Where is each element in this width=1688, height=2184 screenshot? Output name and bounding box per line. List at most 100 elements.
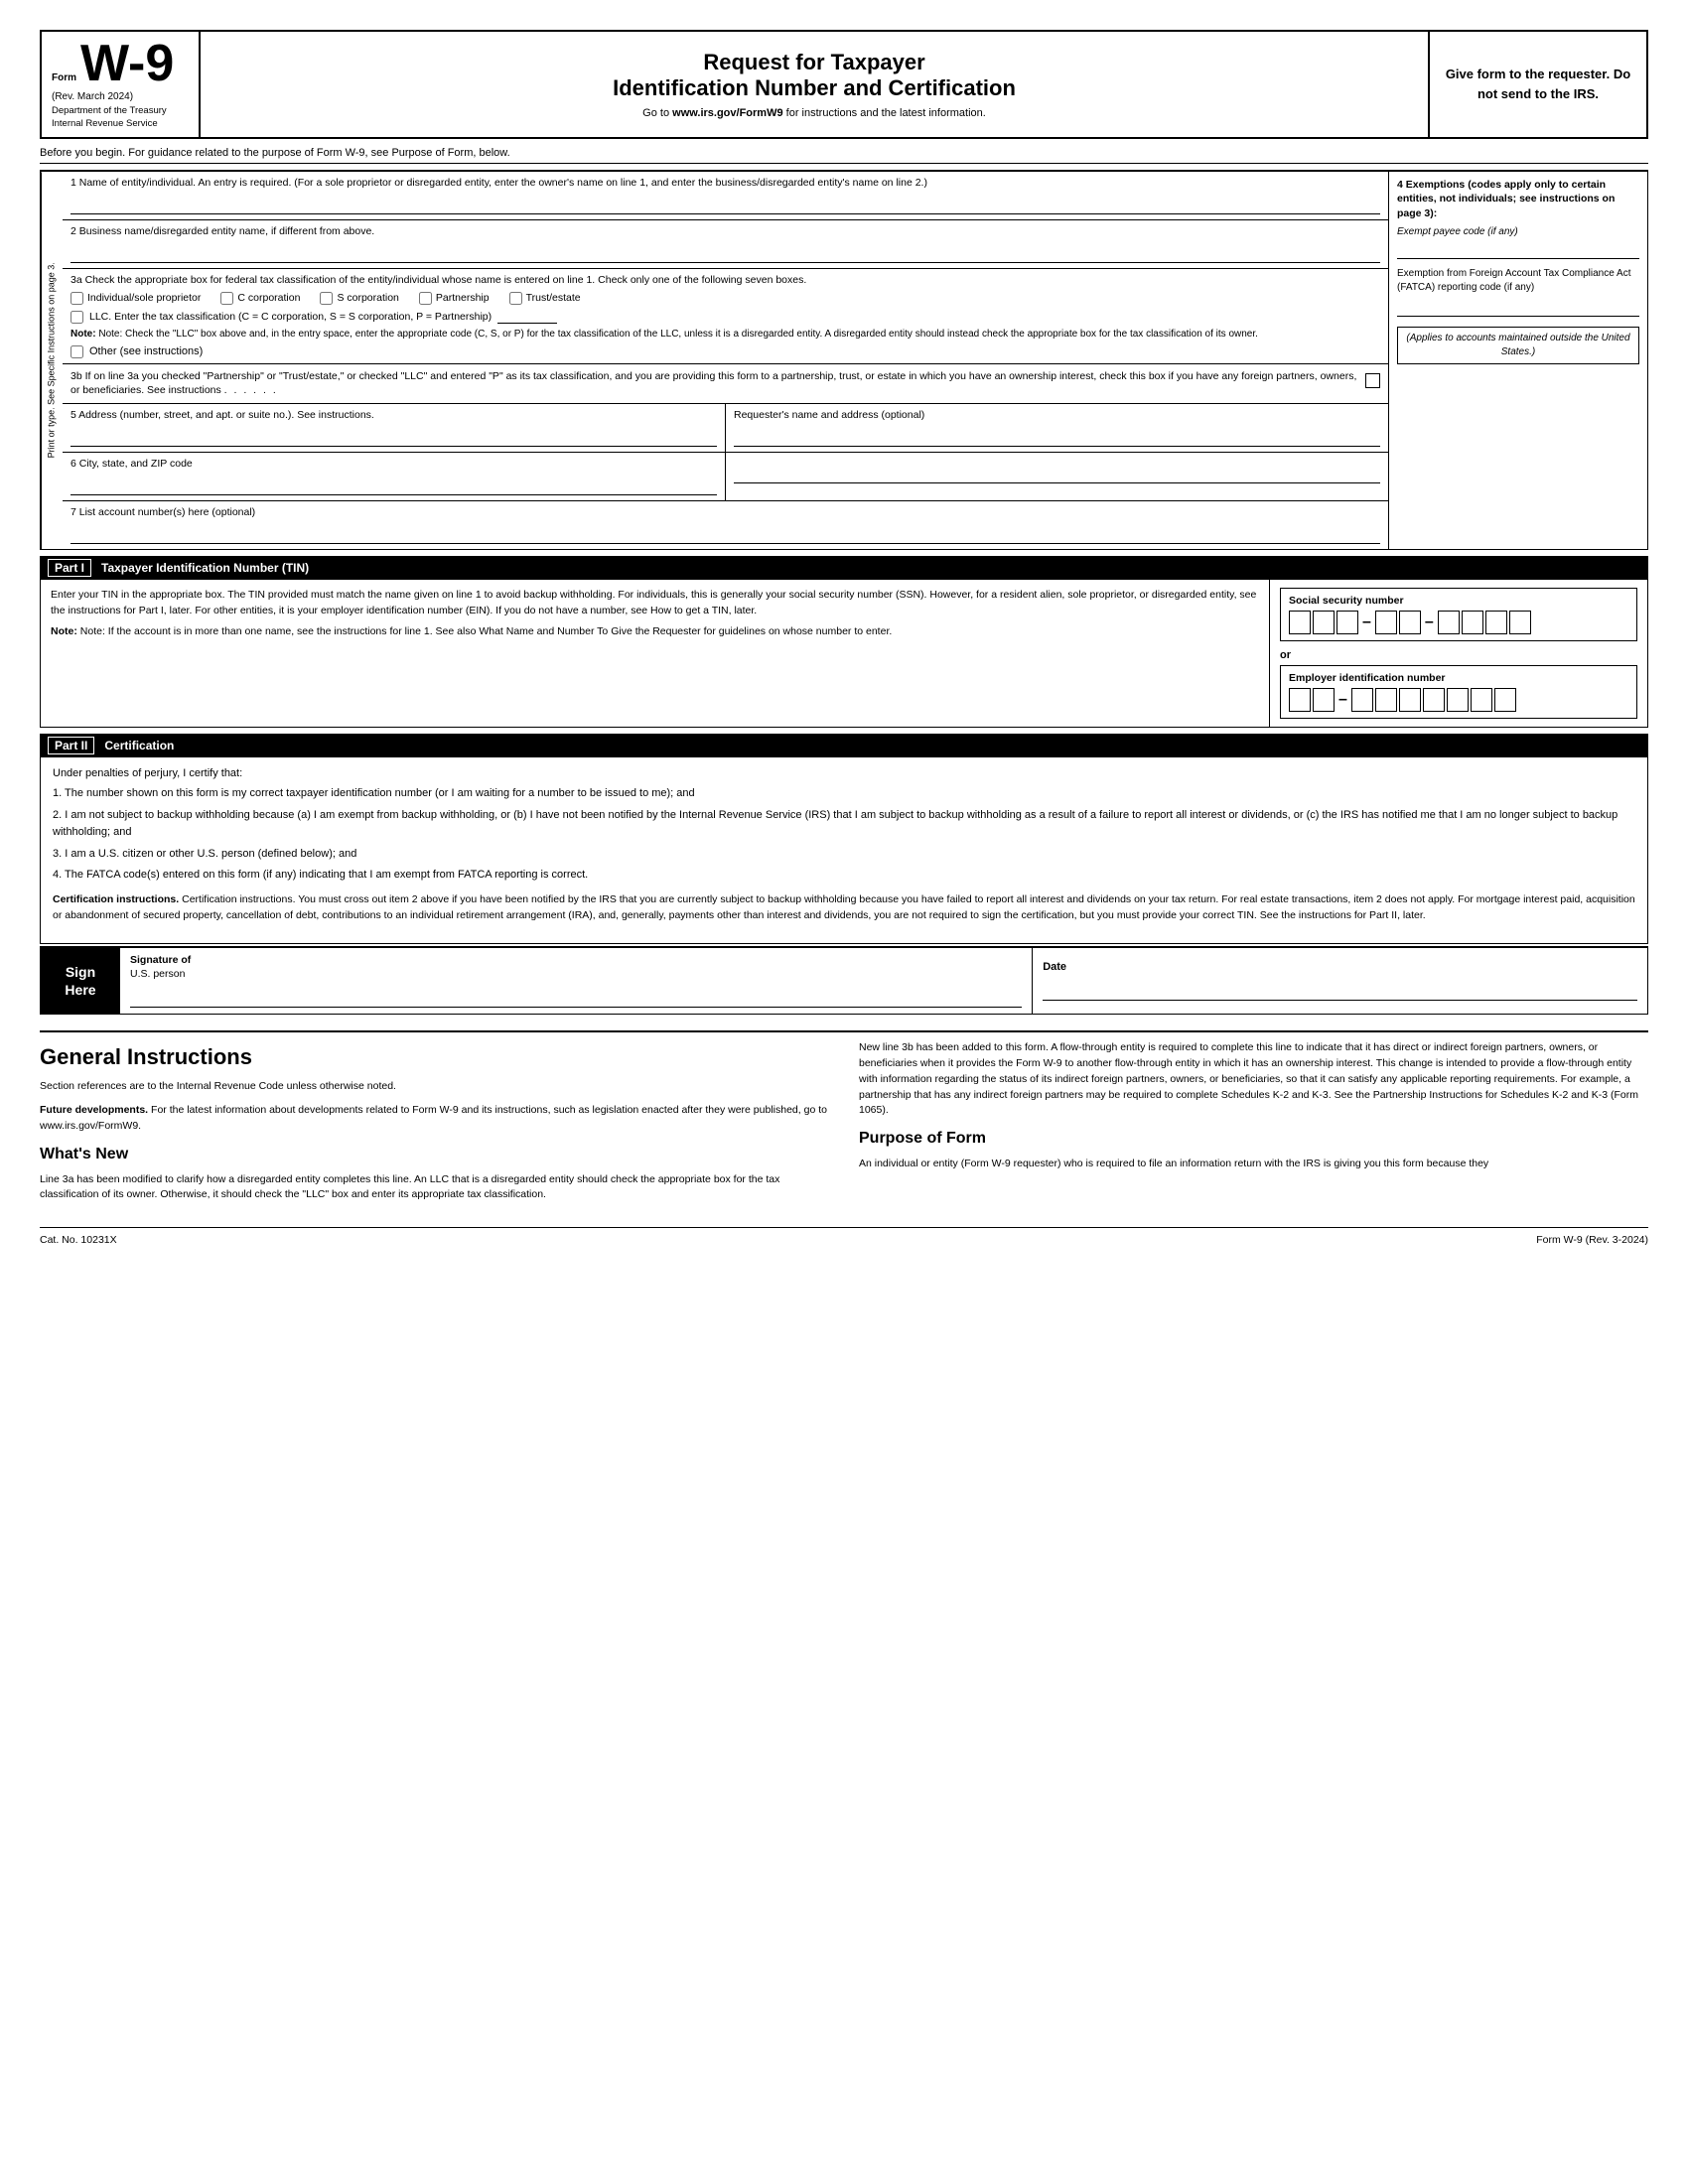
give-form-box: Give form to the requester. Do not send … (1428, 32, 1646, 137)
line5-label: 5 Address (number, street, and apt. or s… (70, 409, 717, 421)
ccorp-checkbox[interactable] (220, 292, 233, 305)
whats-new-title: What's New (40, 1143, 829, 1166)
line3a-row: 3a Check the appropriate box for federal… (63, 269, 1388, 364)
ssn-cell-2[interactable] (1313, 611, 1335, 634)
side-label: Print or type. See Specific Instructions… (41, 172, 63, 549)
future-dev-title: Future developments. (40, 1104, 148, 1116)
partnership-label: Partnership (436, 292, 490, 304)
applies-note: (Applies to accounts maintained outside … (1397, 327, 1639, 364)
llc-row: LLC. Enter the tax classification (C = C… (70, 311, 1380, 324)
date-label: Date (1043, 961, 1637, 973)
rows-5-6: 5 Address (number, street, and apt. or s… (63, 404, 1388, 453)
ssn-fields: – – (1289, 611, 1628, 634)
ein-cell-7[interactable] (1447, 688, 1469, 712)
trust-checkbox[interactable] (509, 292, 522, 305)
checkbox-ccorp: C corporation (220, 292, 300, 305)
ein-cell-2[interactable] (1313, 688, 1335, 712)
line1-label: 1 Name of entity/individual. An entry is… (70, 177, 1380, 189)
header-url: Go to www.irs.gov/FormW9 for instruction… (642, 107, 986, 119)
ein-cell-4[interactable] (1375, 688, 1397, 712)
signature-line[interactable] (130, 984, 1022, 1008)
tin-section: Enter your TIN in the appropriate box. T… (40, 580, 1648, 728)
individual-label: Individual/sole proprietor (87, 292, 201, 304)
other-label: Other (see instructions) (89, 345, 203, 357)
line2-input-line[interactable] (70, 241, 1380, 263)
date-line[interactable] (1043, 977, 1637, 1001)
ein-cell-9[interactable] (1494, 688, 1516, 712)
requester-address-line2 (726, 453, 1388, 500)
llc-note: Note: Note: Check the "LLC" box above an… (70, 328, 1380, 341)
ssn-cell-8[interactable] (1485, 611, 1507, 634)
form-label: Form (52, 72, 76, 83)
other-checkbox[interactable] (70, 345, 83, 358)
cert-intro: Under penalties of perjury, I certify th… (53, 767, 1635, 779)
scorp-label: S corporation (337, 292, 398, 304)
ein-cell-3[interactable] (1351, 688, 1373, 712)
ssn-cell-5[interactable] (1399, 611, 1421, 634)
ein-cell-1[interactable] (1289, 688, 1311, 712)
ssn-cell-3[interactable] (1336, 611, 1358, 634)
line5-input-line[interactable] (70, 425, 717, 447)
gen-inst-left: General Instructions Section references … (40, 1040, 829, 1211)
scorp-checkbox[interactable] (320, 292, 333, 305)
line6-input-line[interactable] (70, 474, 717, 495)
header-left: Form W-9 (Rev. March 2024) Department of… (42, 32, 201, 137)
cert-item1: 1. The number shown on this form is my c… (53, 785, 1635, 803)
llc-checkbox[interactable] (70, 311, 83, 324)
ssn-cell-7[interactable] (1462, 611, 1483, 634)
requester-input-line[interactable] (734, 425, 1380, 447)
title-line2: Identification Number and Certification (613, 75, 1016, 101)
line7-label: 7 List account number(s) here (optional) (70, 506, 1380, 518)
line1-input-line[interactable] (70, 193, 1380, 214)
ssn-cell-6[interactable] (1438, 611, 1460, 634)
sign-label: Sign Here (41, 948, 120, 1014)
ssn-cell-4[interactable] (1375, 611, 1397, 634)
checkbox-trust: Trust/estate (509, 292, 581, 305)
cert-instructions: Certification instructions. Certificatio… (53, 892, 1635, 924)
llc-label: LLC. Enter the tax classification (C = C… (89, 311, 492, 323)
ssn-label: Social security number (1289, 595, 1628, 607)
part2-header: Part II Certification (40, 734, 1648, 757)
purpose-text: An individual or entity (Form W-9 reques… (859, 1157, 1648, 1172)
ssn-seg3 (1438, 611, 1531, 634)
line3b-checkbox[interactable] (1365, 373, 1380, 388)
date-field: Date (1033, 955, 1647, 1007)
ssn-cell-1[interactable] (1289, 611, 1311, 634)
partnership-checkbox[interactable] (419, 292, 432, 305)
ccorp-label: C corporation (237, 292, 300, 304)
purpose-title: Purpose of Form (859, 1127, 1648, 1151)
form-number: W-9 (80, 38, 174, 89)
future-dev-text: For the latest information about develop… (40, 1104, 827, 1132)
sign-fields: Signature of U.S. person Date (120, 948, 1647, 1014)
requester-label: Requester's name and address (optional) (734, 409, 1380, 421)
line6-row-outer: 6 City, state, and ZIP code (63, 453, 1388, 501)
llc-code-input[interactable] (497, 311, 557, 324)
line7-row: 7 List account number(s) here (optional) (63, 501, 1388, 549)
ein-cell-8[interactable] (1471, 688, 1492, 712)
line6-row: 6 City, state, and ZIP code (63, 453, 726, 500)
payee-label: Exempt payee code (if any) (1397, 225, 1639, 239)
fatca-code-line[interactable] (1397, 299, 1639, 317)
form-body: Print or type. See Specific Instructions… (40, 170, 1648, 550)
ein-cell-6[interactable] (1423, 688, 1445, 712)
give-form-text: Give form to the requester. Do not send … (1442, 65, 1634, 103)
header: Form W-9 (Rev. March 2024) Department of… (40, 30, 1648, 139)
or-text: or (1280, 649, 1637, 661)
individual-checkbox[interactable] (70, 292, 83, 305)
exemptions-header: 4 Exemptions (codes apply only to certai… (1397, 178, 1639, 221)
line3b-row: 3b If on line 3a you checked "Partnershi… (63, 364, 1388, 404)
dept-line1: Department of the Treasury (52, 104, 189, 117)
line3b-text: 3b If on line 3a you checked "Partnershi… (70, 369, 1357, 398)
form-logo: Form W-9 (52, 38, 189, 89)
ssn-dash1: – (1362, 614, 1371, 631)
requester-address: Requester's name and address (optional) (726, 404, 1388, 452)
line2-label: 2 Business name/disregarded entity name,… (70, 225, 1380, 237)
line2-row: 2 Business name/disregarded entity name,… (63, 220, 1388, 269)
certification-section: Under penalties of perjury, I certify th… (40, 757, 1648, 944)
payee-code-line[interactable] (1397, 241, 1639, 259)
ssn-cell-9[interactable] (1509, 611, 1531, 634)
requester-address-line2-input[interactable] (734, 462, 1380, 483)
line7-input-line[interactable] (70, 522, 1380, 544)
footer-form-label: Form W-9 (Rev. 3-2024) (1536, 1234, 1648, 1246)
ein-cell-5[interactable] (1399, 688, 1421, 712)
